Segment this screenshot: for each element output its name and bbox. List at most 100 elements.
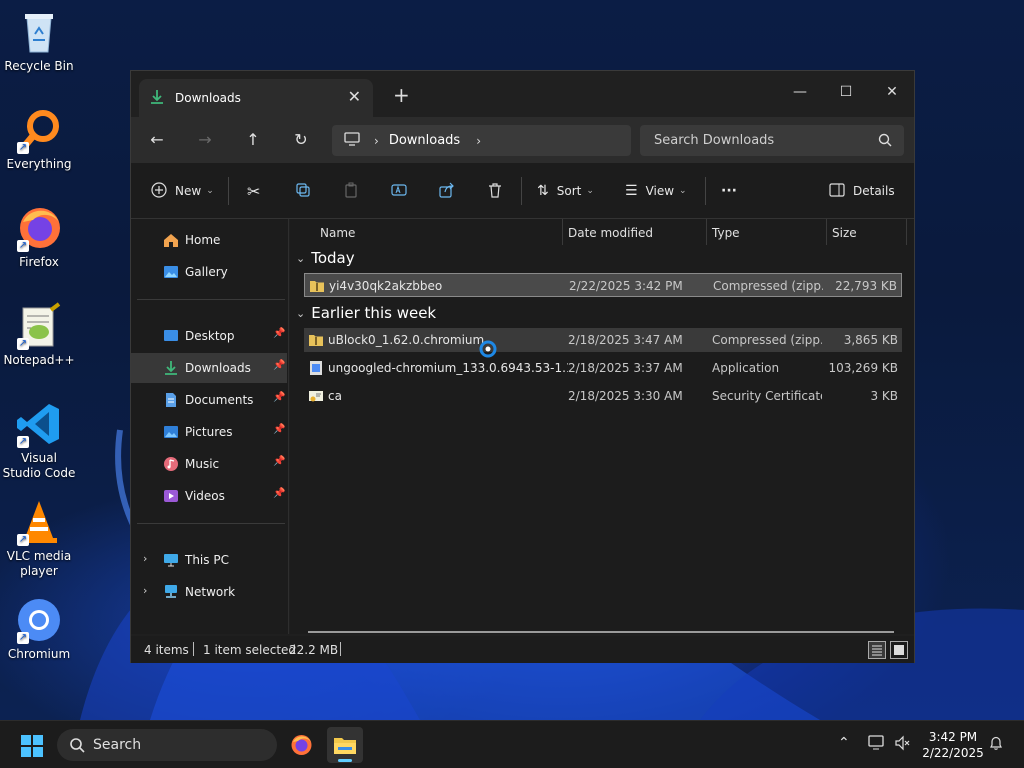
desktop-icon-vscode[interactable]: ↗ Visual Studio Code <box>2 400 76 481</box>
column-header-type[interactable]: Type <box>712 226 740 240</box>
chevron-right-icon[interactable]: › <box>143 552 147 565</box>
chevron-right-icon[interactable]: › <box>143 584 147 597</box>
more-options-button[interactable]: ··· <box>721 179 737 203</box>
chevron-up-icon[interactable]: ⌃ <box>838 735 850 751</box>
chevron-right-icon[interactable]: › <box>476 134 481 148</box>
paste-button[interactable] <box>343 179 359 203</box>
bell-icon[interactable] <box>988 735 1004 755</box>
delete-button[interactable] <box>487 179 503 203</box>
taskbar-search[interactable]: Search <box>57 729 277 761</box>
file-type: Application <box>712 361 780 375</box>
column-header-size[interactable]: Size <box>832 226 857 240</box>
refresh-button[interactable]: ↻ <box>291 130 311 150</box>
file-list: Name Date modified Type Size ⌄ Today yi4… <box>290 219 914 634</box>
close-window-button[interactable]: ✕ <box>869 77 915 107</box>
desktop-icon-chromium[interactable]: ↗ Chromium <box>2 596 76 662</box>
speaker-muted-icon[interactable] <box>894 735 910 755</box>
rename-button[interactable] <box>391 179 407 203</box>
nav-item-documents[interactable]: Documents 📌 <box>131 385 287 415</box>
column-divider[interactable] <box>562 219 563 245</box>
column-divider[interactable] <box>706 219 707 245</box>
nav-item-desktop[interactable]: Desktop 📌 <box>131 321 287 351</box>
nav-item-this-pc[interactable]: › This PC <box>131 545 287 575</box>
plus-circle-icon <box>151 181 167 201</box>
cut-button[interactable]: ✂ <box>247 179 260 203</box>
pin-icon[interactable]: 📌 <box>273 328 285 339</box>
nav-item-videos[interactable]: Videos 📌 <box>131 481 287 511</box>
monitor-icon[interactable] <box>868 735 886 755</box>
group-header-today[interactable]: ⌄ Today <box>296 247 355 269</box>
view-button-label: View <box>645 184 675 198</box>
nav-item-home[interactable]: Home <box>131 225 287 255</box>
nav-item-network[interactable]: › Network <box>131 577 287 607</box>
back-button[interactable]: ← <box>147 130 167 150</box>
desktop-icon-everything[interactable]: ↗ Everything <box>2 106 76 172</box>
file-date: 2/18/2025 3:30 AM <box>568 389 683 403</box>
download-icon <box>163 360 179 376</box>
nav-item-gallery[interactable]: Gallery <box>131 257 287 287</box>
pin-icon[interactable]: 📌 <box>273 360 285 371</box>
tab-title: Downloads <box>175 91 241 105</box>
status-bar: 4 items 1 item selected 22.2 MB <box>131 636 914 663</box>
new-tab-button[interactable]: + <box>393 83 410 107</box>
table-row[interactable]: yi4v30qk2akzbbeo 2/22/2025 3:42 PM Compr… <box>304 273 902 297</box>
tab-downloads[interactable]: Downloads ✕ <box>139 79 373 117</box>
taskbar-file-explorer[interactable] <box>327 727 363 763</box>
share-button[interactable] <box>439 179 455 203</box>
table-row[interactable]: uBlock0_1.62.0.chromium 2/18/2025 3:47 A… <box>304 328 902 352</box>
system-clock[interactable]: 3:42 PM 2/22/2025 <box>918 729 988 761</box>
new-button[interactable]: New ⌄ <box>151 179 214 203</box>
nav-item-pictures[interactable]: Pictures 📌 <box>131 417 287 447</box>
pin-icon[interactable]: 📌 <box>273 424 285 435</box>
column-header-name[interactable]: Name <box>320 226 355 240</box>
view-button[interactable]: ☰ View ⌄ <box>625 179 687 203</box>
close-tab-icon[interactable]: ✕ <box>348 87 361 106</box>
sort-button[interactable]: ⇅ Sort ⌄ <box>537 179 594 203</box>
desktop-icon-firefox[interactable]: ↗ Firefox <box>2 204 76 270</box>
nav-divider <box>137 299 285 300</box>
home-icon <box>163 232 179 248</box>
copy-button[interactable] <box>295 179 311 203</box>
breadcrumb-downloads[interactable]: Downloads <box>389 133 460 148</box>
minimize-button[interactable]: — <box>777 77 823 107</box>
forward-button[interactable]: → <box>195 130 215 150</box>
search-placeholder: Search Downloads <box>654 133 775 148</box>
search-icon <box>69 737 85 757</box>
pin-icon[interactable]: 📌 <box>273 488 285 499</box>
table-row[interactable]: ungoogled-chromium_133.0.6943.53-1.1... … <box>304 356 902 380</box>
busy-cursor-icon <box>478 339 498 362</box>
desktop-icon-vlc[interactable]: ↗ VLC media player <box>2 498 76 579</box>
nav-item-downloads[interactable]: Downloads 📌 <box>131 353 287 383</box>
search-input[interactable]: Search Downloads <box>640 125 904 156</box>
pin-icon[interactable]: 📌 <box>273 456 285 467</box>
tiles-view-button[interactable] <box>890 641 908 659</box>
nav-item-music[interactable]: Music 📌 <box>131 449 287 479</box>
column-divider[interactable] <box>906 219 907 245</box>
desktop-icon-notepad-plus-plus[interactable]: ↗ Notepad++ <box>2 302 76 368</box>
address-bar[interactable]: › Downloads › <box>332 125 631 156</box>
group-header-earlier-this-week[interactable]: ⌄ Earlier this week <box>296 302 436 324</box>
shortcut-arrow-icon: ↗ <box>17 436 29 448</box>
details-pane-button[interactable]: Details <box>829 179 895 203</box>
column-divider[interactable] <box>826 219 827 245</box>
notepad-plus-plus-icon: ↗ <box>15 302 63 350</box>
file-size: 3 KB <box>870 389 898 403</box>
windows-start-icon[interactable] <box>20 734 44 761</box>
nav-item-label: Downloads <box>185 361 251 375</box>
details-view-button[interactable] <box>868 641 886 659</box>
desktop-icon-recycle-bin[interactable]: Recycle Bin <box>2 8 76 74</box>
toolbar-divider <box>521 177 522 205</box>
document-icon <box>163 392 179 408</box>
taskbar-firefox[interactable] <box>283 727 319 763</box>
table-row[interactable]: ca 2/18/2025 3:30 AM Security Certificat… <box>304 384 902 408</box>
up-button[interactable]: ↑ <box>243 130 263 150</box>
navigation-pane: Home Gallery Desktop 📌 Downloads 📌 Docum… <box>131 219 289 634</box>
pin-icon[interactable]: 📌 <box>273 392 285 403</box>
zip-folder-icon <box>309 278 325 294</box>
file-type: Compressed (zipp... <box>712 333 822 347</box>
horizontal-scrollbar[interactable] <box>308 631 894 633</box>
column-header-date[interactable]: Date modified <box>568 226 653 240</box>
desktop-icon-label: Firefox <box>19 255 59 269</box>
desktop-icon-label: Everything <box>6 157 72 171</box>
maximize-button[interactable]: ☐ <box>823 77 869 107</box>
